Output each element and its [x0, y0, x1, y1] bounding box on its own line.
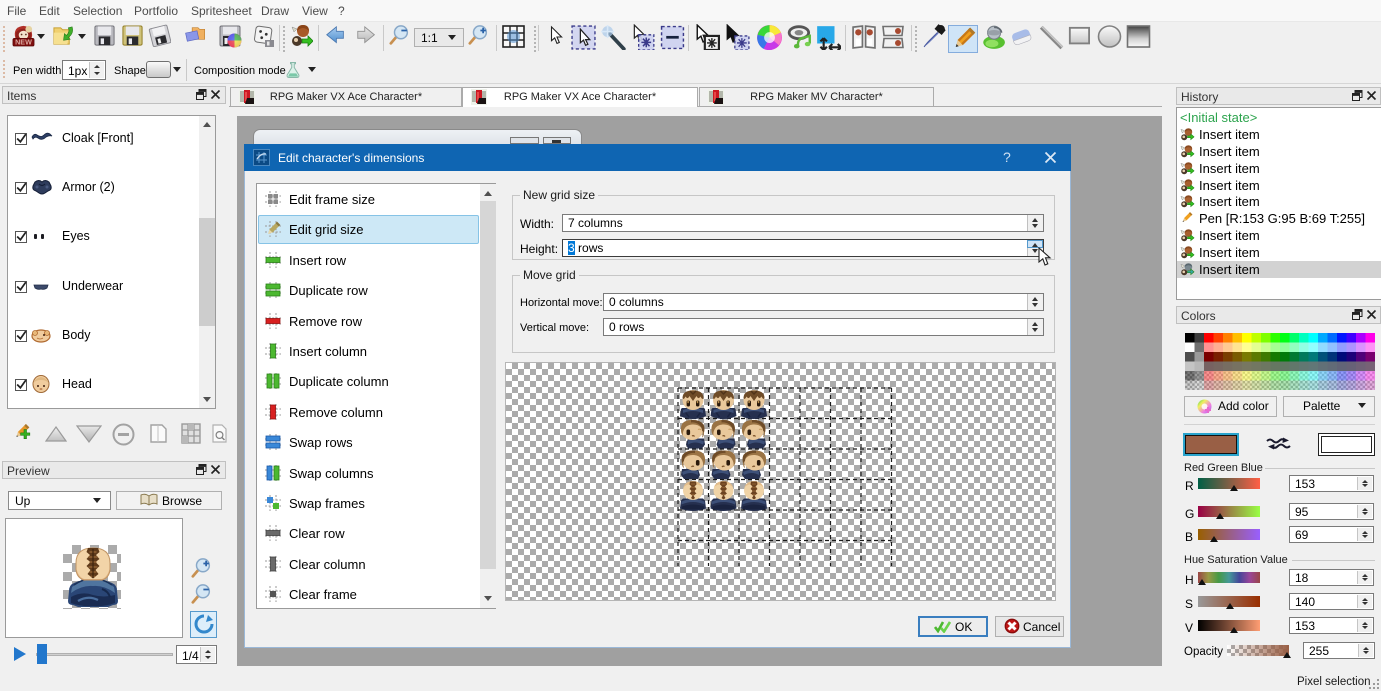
svg-text:NEW: NEW — [15, 39, 32, 47]
